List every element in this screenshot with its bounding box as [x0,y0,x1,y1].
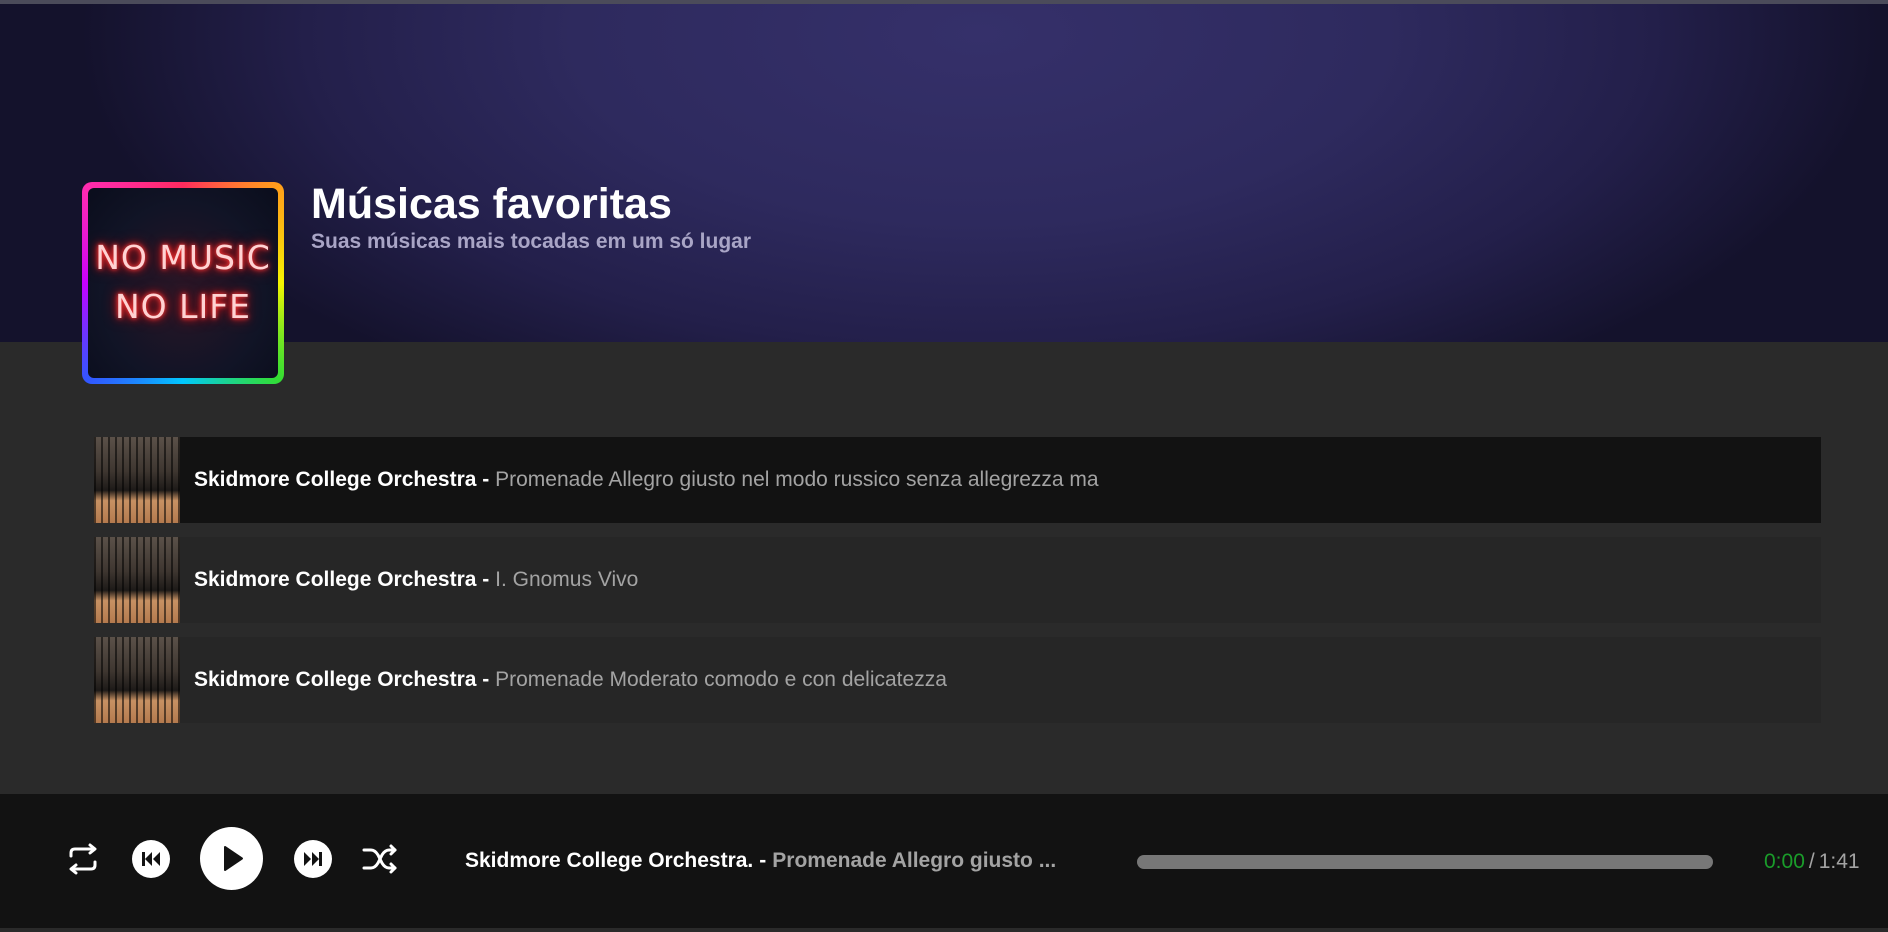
track-info: Skidmore College Orchestra - I. Gnomus V… [194,568,638,592]
now-playing-separator: - [759,849,767,872]
track-thumbnail [94,637,180,723]
track-thumbnail [94,537,180,623]
previous-button[interactable] [132,840,170,878]
track-row-3[interactable]: Skidmore College Orchestra - Promenade M… [94,637,1821,723]
playlist-subtitle: Suas músicas mais tocadas em um só lugar [311,230,752,253]
play-button[interactable] [200,827,263,890]
current-time: 0:00 [1764,850,1805,873]
track-artist: Skidmore College Orchestra [194,668,477,691]
track-info: Skidmore College Orchestra - Promenade A… [194,468,1099,492]
track-row-2[interactable]: Skidmore College Orchestra - I. Gnomus V… [94,537,1821,623]
play-icon [200,827,263,890]
cover-text-line2: NO LIFE [114,287,252,326]
track-separator: - [476,668,496,691]
now-playing-artist: Skidmore College Orchestra. [465,849,754,872]
track-artist: Skidmore College Orchestra [194,568,477,591]
now-playing-title: Promenade Allegro giusto ... [772,849,1057,872]
track-thumbnail [94,437,180,523]
duration: 1:41 [1818,850,1860,873]
now-playing: Skidmore College Orchestra. - Promenade Al… [465,849,1056,873]
playlist-cover: NO MUSIC NO LIFE [82,182,284,384]
track-info: Skidmore College Orchestra - Promenade M… [194,668,947,692]
track-row-1[interactable]: Skidmore College Orchestra - Promenade A… [94,437,1821,523]
track-separator: - [476,568,496,591]
cover-text-line1: NO MUSIC [95,238,271,277]
time-separator: / [1808,850,1815,873]
track-separator: - [476,468,496,491]
next-icon [294,840,332,878]
shuffle-button[interactable] [360,839,400,879]
next-button[interactable] [294,840,332,878]
cover-art: NO MUSIC NO LIFE [88,188,278,378]
playlist-title: Músicas favoritas [311,180,672,228]
shuffle-icon [362,844,397,874]
track-title: Promenade Allegro giusto nel modo russic… [495,468,1099,491]
repeat-icon [69,843,97,875]
track-title: I. Gnomus Vivo [495,568,639,591]
track-artist: Skidmore College Orchestra [194,468,477,491]
previous-icon [132,840,170,878]
track-list: Skidmore College Orchestra - Promenade A… [94,437,1821,737]
time-display: 0:00/1:41 [1764,850,1860,874]
repeat-button[interactable] [63,839,103,879]
progress-bar[interactable] [1137,855,1713,869]
track-title: Promenade Moderato comodo e con delicate… [495,668,947,691]
